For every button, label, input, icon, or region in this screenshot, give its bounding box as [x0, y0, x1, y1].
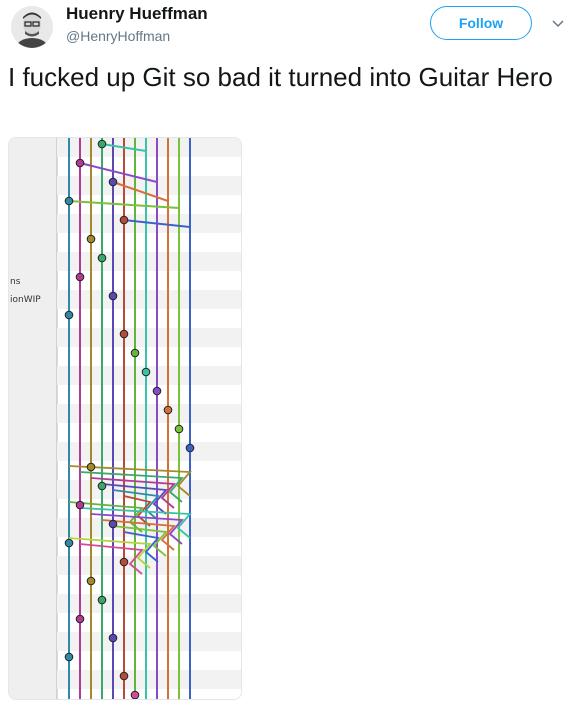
- row-stripe: [57, 328, 241, 347]
- avatar[interactable]: [11, 6, 53, 48]
- commit-dot-13: [141, 367, 151, 377]
- commit-dot-15: [163, 405, 173, 415]
- row-stripe: [57, 632, 241, 651]
- tweet-text: I fucked up Git so bad it turned into Gu…: [8, 62, 553, 92]
- commit-dot-22: [64, 538, 74, 548]
- row-stripe: [57, 670, 241, 689]
- commit-dot-6: [86, 234, 96, 244]
- commit-dot-20: [75, 500, 85, 510]
- commit-dot-10: [64, 310, 74, 320]
- commit-dot-27: [108, 633, 118, 643]
- row-stripe: [57, 518, 241, 537]
- commit-dot-30: [130, 690, 140, 699]
- commit-dot-26: [75, 614, 85, 624]
- commit-dot-4: [64, 196, 74, 206]
- commit-dot-25: [97, 595, 107, 605]
- commit-dot-12: [130, 348, 140, 358]
- row-stripe: [57, 176, 241, 195]
- commit-dot-2: [75, 158, 85, 168]
- commit-dot-3: [108, 177, 118, 187]
- graph-gutter: [9, 138, 57, 699]
- row-stripe: [57, 442, 241, 461]
- commit-dot-8: [75, 272, 85, 282]
- row-stripe: [57, 252, 241, 271]
- branch-label-1: ns: [10, 277, 21, 287]
- row-stripe: [57, 556, 241, 575]
- commit-dot-5: [119, 215, 129, 225]
- git-graph: [9, 138, 241, 699]
- row-stripe: [57, 594, 241, 613]
- row-stripe: [57, 138, 241, 157]
- commit-dot-14: [152, 386, 162, 396]
- commit-dot-11: [119, 329, 129, 339]
- commit-dot-9: [108, 291, 118, 301]
- branch-label-2: ionWIP: [10, 295, 41, 305]
- follow-button[interactable]: Follow: [430, 6, 532, 40]
- commit-dot-21: [108, 519, 118, 529]
- author-name[interactable]: Huenry Hueffman: [66, 4, 208, 24]
- commit-dot-18: [86, 462, 96, 472]
- commit-dot-16: [174, 424, 184, 434]
- commit-dot-23: [119, 557, 129, 567]
- commit-dot-1: [97, 139, 107, 149]
- tweet-media[interactable]: ns ionWIP: [8, 137, 242, 700]
- commit-dot-24: [86, 576, 96, 586]
- commit-dot-28: [64, 652, 74, 662]
- commit-dot-29: [119, 671, 129, 681]
- author-handle[interactable]: @HenryHoffman: [66, 28, 170, 44]
- row-stripe: [57, 290, 241, 309]
- commit-dot-19: [97, 481, 107, 491]
- row-stripe: [57, 404, 241, 423]
- row-stripe: [57, 366, 241, 385]
- commit-dot-7: [97, 253, 107, 263]
- commit-dot-17: [185, 443, 195, 453]
- chevron-down-icon[interactable]: [550, 16, 566, 32]
